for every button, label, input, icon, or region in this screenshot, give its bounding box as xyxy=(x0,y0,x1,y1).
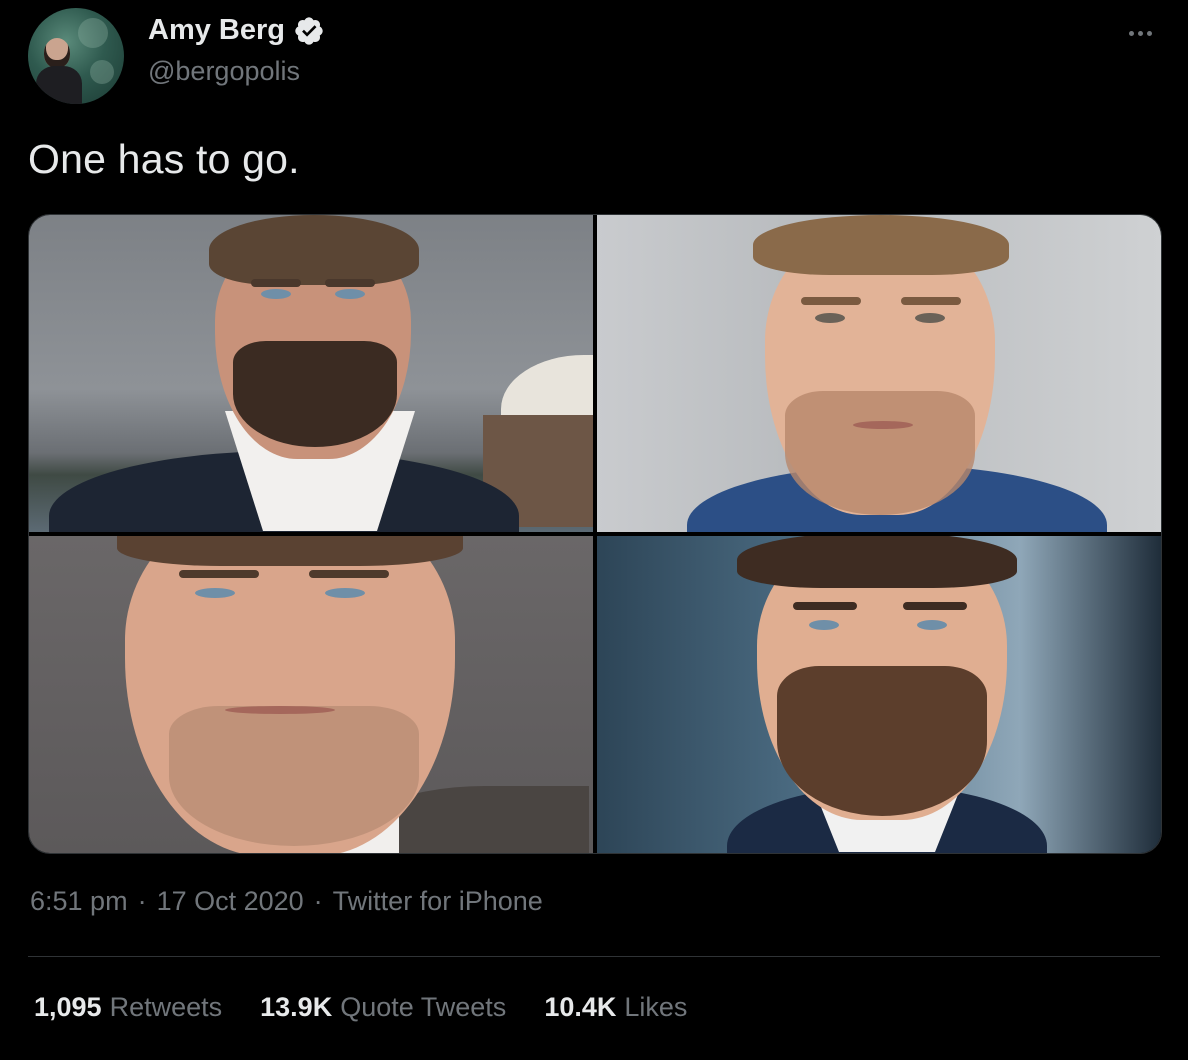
more-options-button[interactable] xyxy=(1120,18,1160,48)
beard xyxy=(777,666,987,816)
avatar-figure-head xyxy=(44,38,70,68)
eyebrow xyxy=(903,602,967,610)
photo-1[interactable] xyxy=(29,215,593,532)
photo-4[interactable] xyxy=(597,536,1161,853)
tweet-text: One has to go. xyxy=(28,136,300,182)
avatar-figure-body xyxy=(36,66,82,104)
tweet-stats: 1,095 Retweets 13.9K Quote Tweets 10.4K … xyxy=(34,992,687,1023)
quote-tweets-count: 13.9K xyxy=(260,992,333,1022)
quote-tweets-stat[interactable]: 13.9K Quote Tweets xyxy=(260,992,506,1023)
meta-separator: · xyxy=(137,886,147,916)
more-horizontal-icon xyxy=(1137,30,1143,36)
likes-stat[interactable]: 10.4K Likes xyxy=(544,992,687,1023)
hair xyxy=(209,215,419,285)
eye xyxy=(915,313,945,323)
verified-badge-icon xyxy=(295,16,323,45)
tweet-time[interactable]: 6:51 pm xyxy=(30,886,128,917)
stubble xyxy=(785,391,975,515)
tweet-meta: 6:51 pm · 17 Oct 2020 · Twitter for iPho… xyxy=(30,886,543,917)
mouth xyxy=(853,421,913,429)
hair xyxy=(117,536,463,566)
eyebrow xyxy=(325,279,375,287)
author-handle[interactable]: @bergopolis xyxy=(148,56,300,87)
mouth xyxy=(225,706,335,714)
avatar-background-detail xyxy=(90,60,114,84)
likes-count: 10.4K xyxy=(544,992,617,1022)
author-display-name[interactable]: Amy Berg xyxy=(148,14,285,47)
eyebrow xyxy=(309,570,389,578)
photo-2[interactable] xyxy=(597,215,1161,532)
more-horizontal-icon xyxy=(1128,30,1134,36)
hair xyxy=(737,536,1017,588)
quote-tweets-label: Quote Tweets xyxy=(340,992,507,1022)
eye xyxy=(809,620,839,630)
author-name-row: Amy Berg xyxy=(148,14,325,47)
eye xyxy=(195,588,235,598)
retweets-label: Retweets xyxy=(109,992,223,1022)
tweet: Amy Berg @bergopolis One has to go. 6:51… xyxy=(0,0,1188,1060)
eye xyxy=(917,620,947,630)
likes-label: Likes xyxy=(624,992,688,1022)
photo-3[interactable] xyxy=(29,536,593,853)
meta-separator: · xyxy=(313,886,323,916)
more-horizontal-icon xyxy=(1146,30,1152,36)
divider xyxy=(28,956,1160,957)
media-grid xyxy=(28,214,1162,854)
eye xyxy=(815,313,845,323)
eyebrow xyxy=(793,602,857,610)
eye xyxy=(261,289,291,299)
avatar-background-detail xyxy=(78,18,108,48)
eye xyxy=(325,588,365,598)
eyebrow xyxy=(901,297,961,305)
eyebrow xyxy=(179,570,259,578)
eyebrow xyxy=(801,297,861,305)
tweet-source[interactable]: Twitter for iPhone xyxy=(333,886,543,917)
eyebrow xyxy=(251,279,301,287)
beard xyxy=(233,341,397,447)
retweets-stat[interactable]: 1,095 Retweets xyxy=(34,992,222,1023)
retweets-count: 1,095 xyxy=(34,992,102,1022)
eye xyxy=(335,289,365,299)
avatar[interactable] xyxy=(28,8,124,104)
hair xyxy=(753,215,1009,275)
stubble xyxy=(169,706,419,846)
tweet-date[interactable]: 17 Oct 2020 xyxy=(157,886,304,917)
